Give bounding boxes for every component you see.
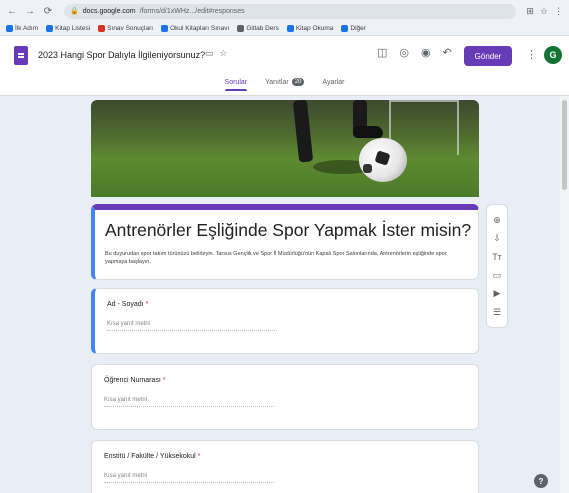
add-title-icon[interactable]: Tт: [491, 251, 503, 263]
url-path: /forms/d/1xWHz.../edit#responses: [139, 7, 245, 15]
bookmark-icon: [46, 25, 54, 32]
floating-toolbar: ⊕ ⇩ Tт ▭ ▶ ☰: [486, 204, 508, 328]
header-image: [91, 100, 479, 197]
help-icon[interactable]: ?: [534, 474, 548, 488]
more-options-icon[interactable]: ⋮: [526, 48, 537, 61]
add-video-icon[interactable]: ▶: [491, 287, 503, 299]
bookmark-icon: [237, 25, 245, 32]
bookmark-icon: [161, 25, 169, 32]
document-title[interactable]: 2023 Hangi Spor Dalıyla İlgileniyorsunuz…: [38, 50, 205, 60]
form-tabs: Sorular Yanıtlar 20 Ayarlar: [0, 78, 569, 91]
required-marker: *: [162, 377, 166, 384]
form-editor-area: Antrenörler Eşliğinde Spor Yapmak İster …: [0, 96, 569, 493]
bookmark-item[interactable]: Okul Kitapları Sınavı: [161, 25, 229, 32]
add-question-icon[interactable]: ⊕: [491, 214, 503, 226]
address-bar[interactable]: 🔒 docs.google.com /forms/d/1xWHz.../edit…: [64, 3, 517, 19]
soccer-ball: [359, 138, 407, 182]
forms-logo-icon[interactable]: [14, 46, 28, 65]
import-questions-icon[interactable]: ⇩: [491, 232, 503, 244]
preview-icon[interactable]: ◉: [421, 46, 431, 59]
question-title[interactable]: Ad - Soyadı *: [107, 301, 148, 308]
back-icon[interactable]: ←: [6, 6, 18, 17]
bookmark-item[interactable]: Gitlab Ders: [237, 25, 279, 32]
customize-theme-icon[interactable]: ◫: [377, 46, 387, 59]
add-image-icon[interactable]: ▭: [491, 269, 503, 281]
url-host: docs.google.com: [82, 7, 136, 15]
undo-icon[interactable]: ↶: [443, 46, 452, 59]
form-title[interactable]: Antrenörler Eşliğinde Spor Yapmak İster …: [105, 220, 471, 241]
lock-icon: 🔒: [70, 8, 79, 15]
avatar[interactable]: G: [544, 46, 562, 64]
extensions-icon[interactable]: ⊞: [526, 6, 534, 17]
bookmark-item[interactable]: Diğer: [341, 25, 366, 32]
question-title[interactable]: Öğrenci Numarası *: [104, 377, 165, 384]
palette-icon[interactable]: ◎: [399, 46, 409, 59]
browser-toolbar: ← → ⟳ 🔒 docs.google.com /forms/d/1xWHz..…: [0, 0, 569, 22]
scroll-thumb[interactable]: [562, 100, 567, 190]
tab-settings[interactable]: Ayarlar: [322, 78, 344, 91]
required-marker: *: [197, 453, 201, 460]
forms-header: 2023 Hangi Spor Dalıyla İlgileniyorsunuz…: [0, 36, 569, 96]
bookmark-item[interactable]: Kitap Okuma: [286, 25, 333, 32]
bookmark-star-icon[interactable]: ☆: [540, 6, 548, 17]
bookmark-item[interactable]: İlk Adım: [6, 25, 38, 32]
question-card[interactable]: Enstitü / Fakülte / Yüksekokul * Kısa ya…: [91, 440, 479, 493]
form-description[interactable]: Bu duyurudan spor takım türünüzü belirle…: [105, 250, 465, 266]
forward-icon[interactable]: →: [24, 6, 36, 17]
bookmark-icon: [6, 25, 13, 32]
folder-icon[interactable]: ▭: [205, 48, 214, 59]
responses-count-badge: 20: [291, 78, 305, 86]
short-answer-placeholder: Kısa yanıt metni: [104, 473, 274, 483]
question-card[interactable]: Öğrenci Numarası * Kısa yanıt metni: [91, 364, 479, 430]
required-marker: *: [145, 301, 149, 308]
bookmark-item[interactable]: Sınav Sonuçları: [98, 25, 153, 32]
bookmark-icon: [286, 25, 294, 32]
bookmark-icon: [341, 25, 349, 32]
tab-questions[interactable]: Sorular: [224, 78, 247, 91]
page-scrollbar[interactable]: [560, 96, 569, 493]
add-section-icon[interactable]: ☰: [491, 306, 503, 318]
short-answer-placeholder: Kısa yanıt metni: [107, 321, 277, 331]
send-button[interactable]: Gönder: [464, 46, 512, 66]
question-title[interactable]: Enstitü / Fakülte / Yüksekokul *: [104, 453, 200, 460]
player-shoe: [353, 126, 383, 138]
bookmark-icon: [98, 25, 106, 32]
short-answer-placeholder: Kısa yanıt metni: [104, 397, 274, 407]
bookmarks-bar: İlk Adım Kitap Listesi Sınav Sonuçları O…: [0, 22, 569, 36]
question-card[interactable]: Ad - Soyadı * Kısa yanıt metni: [91, 288, 479, 354]
form-title-card[interactable]: Antrenörler Eşliğinde Spor Yapmak İster …: [91, 204, 479, 280]
star-icon[interactable]: ☆: [220, 48, 228, 59]
reload-icon[interactable]: ⟳: [42, 6, 54, 17]
bookmark-item[interactable]: Kitap Listesi: [46, 25, 90, 32]
browser-menu-icon[interactable]: ⋮: [554, 6, 563, 17]
tab-responses[interactable]: Yanıtlar 20: [265, 78, 305, 91]
player-leg: [292, 100, 314, 163]
